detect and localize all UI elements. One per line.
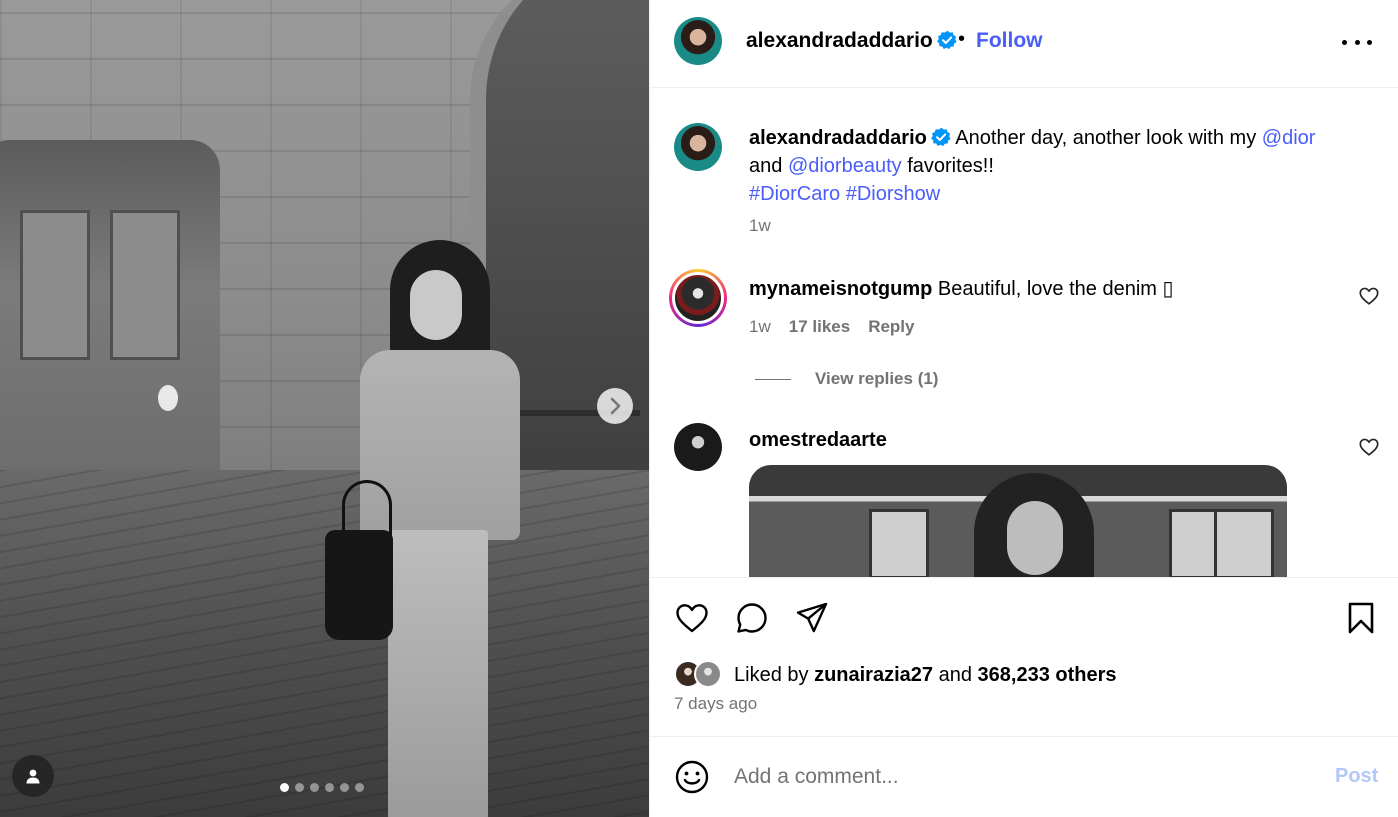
heart-icon[interactable] (674, 600, 710, 636)
carousel-dot (310, 783, 319, 792)
replies-line (755, 378, 791, 380)
author-avatar[interactable] (674, 17, 722, 65)
comment-icon[interactable] (734, 600, 770, 636)
comment-likes[interactable]: 17 likes (789, 317, 850, 337)
chevron-right-icon (610, 397, 621, 415)
comment-avatar[interactable] (674, 423, 722, 471)
view-replies-button[interactable]: View replies (1) (755, 369, 938, 389)
gif-person-face (1007, 501, 1063, 575)
gif-window (869, 509, 929, 577)
comment-meta: 1w 17 likes Reply (749, 317, 914, 337)
liker-username[interactable]: zunairazia27 (814, 664, 933, 687)
hashtag-link[interactable]: #Diorshow (846, 183, 940, 205)
tagged-users-button[interactable] (12, 755, 54, 797)
bookmark-icon[interactable] (1343, 600, 1379, 636)
comment-text: omestredaarte (749, 426, 887, 454)
carousel-dot (340, 783, 349, 792)
post-header: alexandradaddario • Follow (650, 0, 1398, 88)
emoji-icon[interactable] (674, 759, 710, 795)
likes-middle: and (938, 663, 972, 686)
mention-link[interactable]: @diorbeauty (788, 155, 902, 177)
reply-button[interactable]: Reply (868, 317, 914, 337)
caption-timestamp: 1w (749, 216, 771, 235)
caption-text: Another day, another look with my (950, 127, 1262, 149)
more-options-icon (1354, 39, 1360, 45)
carousel-dot (325, 783, 334, 792)
add-comment-bar: Post (650, 736, 1398, 817)
likes-summary: Liked by zunairazia27 and 368,233 others (674, 659, 1117, 691)
more-options-icon (1367, 39, 1372, 45)
person-face (410, 270, 462, 340)
caption-username[interactable]: alexandradaddario (749, 127, 927, 149)
post-caption: alexandradaddario Another day, another l… (749, 124, 1359, 208)
caption-text: and (749, 155, 788, 177)
post-timestamp: 7 days ago (674, 694, 758, 713)
tram-window (110, 210, 180, 360)
liker-avatar (694, 660, 722, 688)
photo-person (325, 240, 520, 817)
follow-button[interactable]: Follow (976, 29, 1043, 53)
verified-badge-icon (930, 127, 951, 147)
likes-prefix: Liked by (734, 663, 809, 686)
caption-text: favorites!! (901, 155, 994, 177)
more-options-button[interactable] (1342, 28, 1372, 56)
action-bar (650, 577, 1398, 657)
carousel-dot (355, 783, 364, 792)
hashtag-link[interactable]: #DiorCaro (749, 183, 840, 205)
person-skirt (388, 530, 488, 817)
carousel-dot (295, 783, 304, 792)
caption-avatar[interactable] (674, 123, 722, 171)
gif-window (1214, 509, 1274, 577)
photo-tram (0, 140, 220, 510)
share-icon[interactable] (794, 600, 830, 636)
tram-window (20, 210, 90, 360)
next-slide-button[interactable] (597, 388, 633, 424)
likes-count-link[interactable]: 368,233 others (978, 664, 1117, 687)
photo-ground (0, 470, 649, 817)
view-replies-label: View replies (1) (815, 369, 939, 388)
comments-section[interactable]: alexandradaddario Another day, another l… (650, 89, 1398, 577)
comment-input[interactable] (734, 759, 1294, 795)
comment-username[interactable]: mynameisnotgump (749, 278, 932, 300)
header-separator: • (958, 28, 966, 50)
user-tag-icon (26, 769, 40, 784)
post-media[interactable] (0, 0, 649, 817)
comment-avatar-story[interactable] (669, 269, 727, 327)
more-options-icon (1342, 39, 1347, 45)
comment-gif[interactable] (749, 465, 1287, 577)
tram-lamp (158, 385, 178, 411)
mention-link[interactable]: @dior (1262, 127, 1316, 149)
comment-body: Beautiful, love the denim ▯ (932, 278, 1174, 300)
verified-badge-icon (936, 30, 957, 50)
comment-like-icon[interactable] (1358, 285, 1380, 307)
post-comment-button[interactable]: Post (1335, 765, 1378, 788)
comment-like-icon[interactable] (1358, 436, 1380, 458)
handbag (325, 530, 393, 640)
comment-username[interactable]: omestredaarte (749, 429, 887, 451)
liker-avatars[interactable] (674, 660, 726, 690)
comment-text: mynameisnotgump Beautiful, love the deni… (749, 275, 1174, 303)
carousel-dot (280, 783, 289, 792)
comment-timestamp: 1w (749, 317, 771, 336)
author-username-text[interactable]: alexandradaddario (746, 29, 933, 52)
post-panel: alexandradaddario • Follow alexandradadd… (649, 0, 1398, 817)
carousel-indicator (280, 783, 364, 792)
author-username[interactable]: alexandradaddario (746, 29, 957, 53)
